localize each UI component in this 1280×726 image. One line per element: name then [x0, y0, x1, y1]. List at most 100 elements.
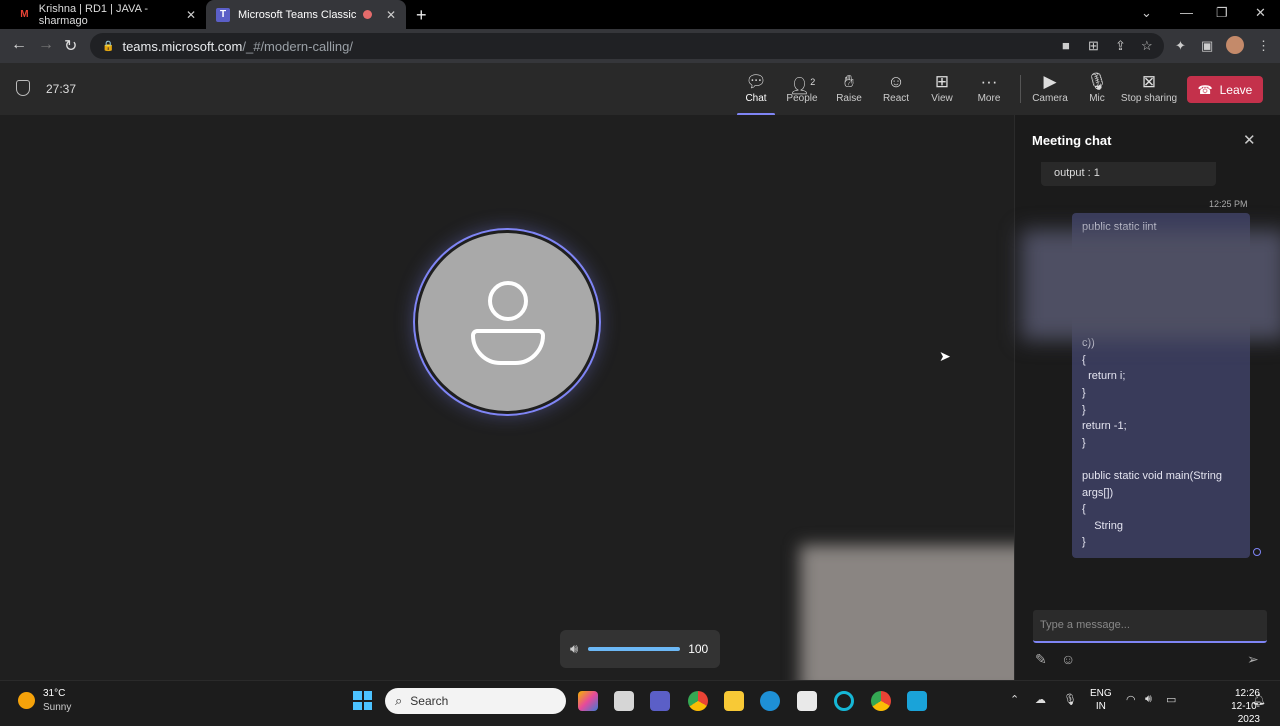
- window-close-icon[interactable]: ✕: [1255, 5, 1266, 21]
- task-view-icon[interactable]: [614, 691, 634, 711]
- default-person-icon: [418, 233, 596, 411]
- hang-up-icon: ☎: [1197, 82, 1213, 97]
- more-button[interactable]: ··· More: [964, 71, 1014, 104]
- extensions-icon[interactable]: ✦: [1175, 38, 1186, 54]
- weather-temperature[interactable]: 31°C: [43, 688, 65, 699]
- close-icon[interactable]: ✕: [1243, 131, 1256, 149]
- message-line: String: [1082, 519, 1123, 532]
- stop-sharing-button[interactable]: ⊠ Stop sharing: [1119, 71, 1179, 104]
- speaker-icon: 🔊︎: [570, 641, 579, 656]
- leave-button[interactable]: ☎ Leave: [1187, 76, 1263, 103]
- message-line: return -1;: [1082, 420, 1127, 433]
- raise-hand-button[interactable]: ✋︎ Raise: [824, 71, 874, 104]
- more-icon: ···: [980, 72, 998, 91]
- people-button[interactable]: 👤︎2 People: [777, 71, 827, 104]
- weather-sun-icon[interactable]: [18, 692, 35, 709]
- bookmark-star-icon[interactable]: ☆: [1141, 38, 1153, 54]
- chat-icon: 💬︎: [745, 72, 767, 91]
- react-button[interactable]: ☺ React: [871, 71, 921, 104]
- chrome-active-icon[interactable]: [871, 691, 891, 711]
- participant-avatar[interactable]: [413, 228, 601, 416]
- message-line: public static void main(String: [1082, 469, 1223, 482]
- tab-title: Krishna | RD1 | JAVA - sharmago: [38, 2, 149, 27]
- message-line: args[]): [1082, 486, 1114, 499]
- mic-tray-icon[interactable]: 🎙︎: [1063, 693, 1077, 706]
- message-line: [1082, 453, 1240, 470]
- send-icon[interactable]: ➢: [1247, 651, 1259, 668]
- browser-tab-teams[interactable]: T Microsoft Teams Classic ✕: [206, 0, 406, 29]
- emoji-icon[interactable]: ☺: [1061, 651, 1075, 667]
- meeting-timer: 27:37: [46, 82, 77, 96]
- message-line: }: [1082, 403, 1086, 416]
- react-label: React: [882, 93, 910, 104]
- camera-button[interactable]: ▶ Camera: [1025, 71, 1075, 104]
- volume-tray-icon[interactable]: 🔊︎: [1145, 693, 1152, 706]
- browser-tab-gmail[interactable]: M Krishna | RD1 | JAVA - sharmago ✕: [8, 0, 206, 29]
- forward-icon[interactable]: →: [38, 36, 54, 54]
- mic-button[interactable]: 🎙︎ Mic: [1072, 71, 1122, 104]
- people-icon: 👤︎2: [788, 76, 816, 96]
- browser-tab-strip: M Krishna | RD1 | JAVA - sharmago ✕ T Mi…: [0, 0, 1280, 29]
- back-icon[interactable]: ←: [11, 36, 27, 54]
- translate-icon[interactable]: ⊞: [1088, 38, 1099, 54]
- language-indicator[interactable]: ENG IN: [1090, 687, 1112, 713]
- minimize-icon[interactable]: —: [1180, 5, 1193, 20]
- address-bar[interactable]: 🔒 teams.microsoft.com/_#/modern-calling/: [90, 33, 1164, 59]
- weather-condition[interactable]: Sunny: [43, 702, 71, 713]
- search-icon: ⌕: [395, 693, 403, 708]
- maximize-icon[interactable]: ❐: [1216, 5, 1228, 21]
- file-explorer-icon[interactable]: [724, 691, 744, 711]
- tab-search-icon[interactable]: ⌄: [1141, 5, 1152, 21]
- chrome-icon[interactable]: [688, 691, 708, 711]
- battery-icon[interactable]: ▭: [1166, 693, 1176, 706]
- stop-sharing-label: Stop sharing: [1120, 93, 1178, 104]
- blurred-message-region: [1021, 230, 1280, 340]
- meeting-control-bar: 27:37 💬︎ Chat 👤︎2 People ✋︎ Raise ☺ Reac…: [0, 63, 1280, 116]
- teams-chat-icon[interactable]: [650, 691, 670, 711]
- close-tab-icon[interactable]: ✕: [386, 8, 396, 22]
- message-line: }: [1082, 386, 1086, 399]
- layout-icon: ⊞: [934, 72, 950, 91]
- mic-icon: 🎙︎: [1086, 72, 1108, 91]
- chat-button[interactable]: 💬︎ Chat: [731, 71, 781, 116]
- store-icon[interactable]: [797, 691, 817, 711]
- volume-control[interactable]: 🔊︎ 100: [560, 630, 720, 668]
- camera-icon: ▶: [1043, 72, 1057, 91]
- message-input[interactable]: Type a message...: [1033, 610, 1267, 643]
- notifications-icon[interactable]: 🔔︎: [1252, 693, 1266, 706]
- format-icon[interactable]: ✎: [1035, 651, 1047, 668]
- leave-label: Leave: [1219, 82, 1253, 97]
- lang-code: ENG: [1090, 688, 1112, 699]
- edge-icon[interactable]: [760, 691, 780, 711]
- onedrive-icon[interactable]: ☁: [1035, 693, 1046, 706]
- blurred-video-tile: [800, 545, 1032, 695]
- copilot-icon[interactable]: [578, 691, 598, 711]
- side-panel-icon[interactable]: ▣: [1201, 38, 1213, 54]
- person-body: [471, 329, 545, 365]
- profile-avatar[interactable]: [1226, 36, 1244, 54]
- url-path: /_#/modern-calling/: [242, 38, 353, 54]
- hand-icon: ✋︎: [844, 72, 854, 91]
- notepad-icon[interactable]: [907, 691, 927, 711]
- message-line: {: [1082, 353, 1086, 366]
- windows-taskbar: 31°C Sunny ⌕ Search ⌃ ☁ 🎙︎ ENG IN ◠ 🔊︎ ▭…: [0, 680, 1280, 725]
- camera-in-use-icon[interactable]: ■: [1062, 38, 1070, 53]
- wifi-icon[interactable]: ◠: [1126, 693, 1136, 706]
- reload-icon[interactable]: ↻: [64, 36, 77, 56]
- close-tab-icon[interactable]: ✕: [186, 8, 196, 22]
- cortana-icon[interactable]: [834, 691, 854, 711]
- camera-label: Camera: [1032, 93, 1068, 104]
- search-placeholder: Search: [410, 694, 449, 708]
- more-label: More: [977, 93, 1001, 104]
- view-button[interactable]: ⊞ View: [917, 71, 967, 104]
- start-button[interactable]: [353, 691, 372, 710]
- mouse-cursor-icon: ➤: [939, 348, 951, 364]
- show-hidden-icons[interactable]: ⌃: [1010, 693, 1019, 706]
- chat-panel-title: Meeting chat: [1032, 133, 1112, 148]
- url-host: teams.microsoft.com: [122, 38, 243, 54]
- share-icon[interactable]: ⇪: [1115, 38, 1126, 54]
- volume-slider[interactable]: [588, 647, 681, 651]
- browser-menu-icon[interactable]: ⋮: [1257, 38, 1270, 54]
- new-tab-button[interactable]: +: [416, 5, 427, 26]
- taskbar-search[interactable]: ⌕ Search: [385, 688, 566, 714]
